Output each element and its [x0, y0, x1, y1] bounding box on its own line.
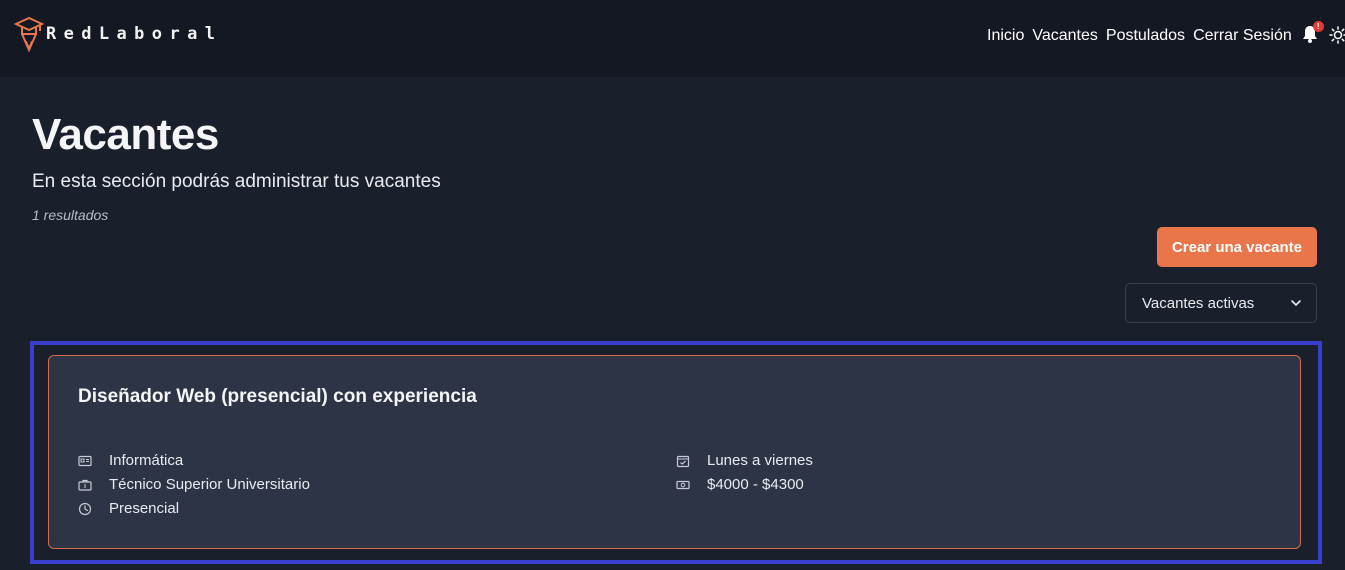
brand-logo[interactable]: RedLaboral	[14, 16, 222, 54]
notifications-button[interactable]: !	[1301, 21, 1324, 44]
vacancy-schedule: Lunes a viernes	[676, 452, 813, 469]
vacancy-schedule-text: Lunes a viernes	[707, 452, 813, 469]
vacancy-salary: $4000 - $4300	[676, 476, 804, 493]
chevron-down-icon	[1291, 300, 1301, 306]
vacancy-title: Diseñador Web (presencial) con experienc…	[78, 386, 477, 407]
vacancy-modality: Presencial	[78, 500, 179, 517]
notification-badge: !	[1312, 21, 1324, 32]
nav-links: Inicio Vacantes Postulados Cerrar Sesión…	[987, 21, 1345, 45]
id-card-icon	[78, 455, 92, 466]
vacancy-category-text: Informática	[109, 452, 184, 469]
nav-link-vacantes[interactable]: Vacantes	[1032, 27, 1098, 45]
sun-icon[interactable]	[1329, 25, 1345, 44]
nav-link-cerrar-sesion[interactable]: Cerrar Sesión	[1193, 27, 1292, 45]
clock-icon	[78, 502, 92, 515]
vacancy-status-select[interactable]: Vacantes activas	[1125, 283, 1317, 323]
results-count: 1 resultados	[32, 207, 109, 223]
cash-icon	[676, 480, 690, 489]
calendar-check-icon	[676, 455, 690, 467]
vacancy-education-text: Técnico Superior Universitario	[109, 476, 310, 493]
page-subtitle: En esta sección podrás administrar tus v…	[32, 171, 441, 192]
briefcase-icon	[78, 479, 92, 491]
create-vacancy-button[interactable]: Crear una vacante	[1157, 227, 1317, 267]
graduation-pencil-icon	[14, 16, 45, 53]
nav-link-postulados[interactable]: Postulados	[1106, 27, 1185, 45]
vacancy-card[interactable]: Diseñador Web (presencial) con experienc…	[48, 355, 1301, 549]
vacancy-education: Técnico Superior Universitario	[78, 476, 310, 493]
vacancy-category: Informática	[78, 452, 183, 469]
vacancy-modality-text: Presencial	[109, 500, 180, 517]
vacancy-salary-text: $4000 - $4300	[707, 476, 804, 493]
select-value: Vacantes activas	[1142, 294, 1255, 312]
page-title: Vacantes	[32, 110, 219, 159]
navbar: RedLaboral Inicio Vacantes Postulados Ce…	[0, 0, 1345, 77]
brand-name: RedLaboral	[46, 24, 223, 44]
nav-link-inicio[interactable]: Inicio	[987, 27, 1024, 45]
